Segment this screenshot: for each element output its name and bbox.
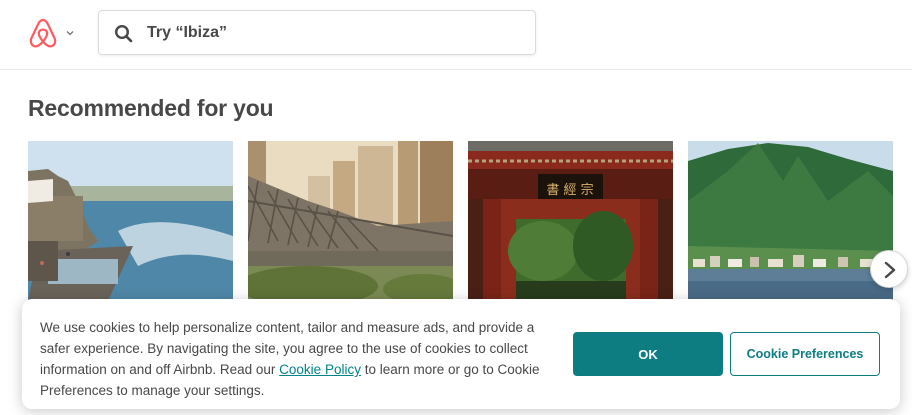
recommendation-carousel: 書 經 宗 xyxy=(28,141,894,301)
search-box[interactable] xyxy=(98,10,536,55)
carousel-next-button[interactable] xyxy=(870,250,908,288)
search-icon xyxy=(114,24,133,43)
bridge-city-skyline-photo xyxy=(248,141,453,301)
cookie-ok-button[interactable]: OK xyxy=(573,332,723,376)
cookie-message: We use cookies to help personalize conte… xyxy=(40,317,540,401)
cookie-preferences-button[interactable]: Cookie Preferences xyxy=(730,332,880,376)
section-title: Recommended for you xyxy=(28,95,274,121)
svg-text:書 經 宗: 書 經 宗 xyxy=(546,182,593,198)
chevron-down-icon[interactable] xyxy=(64,26,76,38)
chinese-gate-garden-photo: 書 經 宗 xyxy=(468,141,673,301)
recommendation-card-gate[interactable]: 書 經 宗 xyxy=(468,141,673,301)
mountain-lakeside-town-photo xyxy=(688,141,893,301)
airbnb-logo-icon[interactable] xyxy=(26,17,60,51)
chevron-right-icon xyxy=(884,261,896,279)
cookie-policy-link[interactable]: Cookie Policy xyxy=(279,362,361,377)
top-header xyxy=(0,0,912,70)
recommendation-card-lakeside[interactable] xyxy=(688,141,893,301)
cookie-banner: We use cookies to help personalize conte… xyxy=(22,299,900,409)
recommendation-card-bridge[interactable] xyxy=(248,141,453,301)
search-input[interactable] xyxy=(147,19,517,47)
recommendation-card-coastal[interactable] xyxy=(28,141,233,301)
coastal-rock-pool-photo xyxy=(28,141,233,301)
